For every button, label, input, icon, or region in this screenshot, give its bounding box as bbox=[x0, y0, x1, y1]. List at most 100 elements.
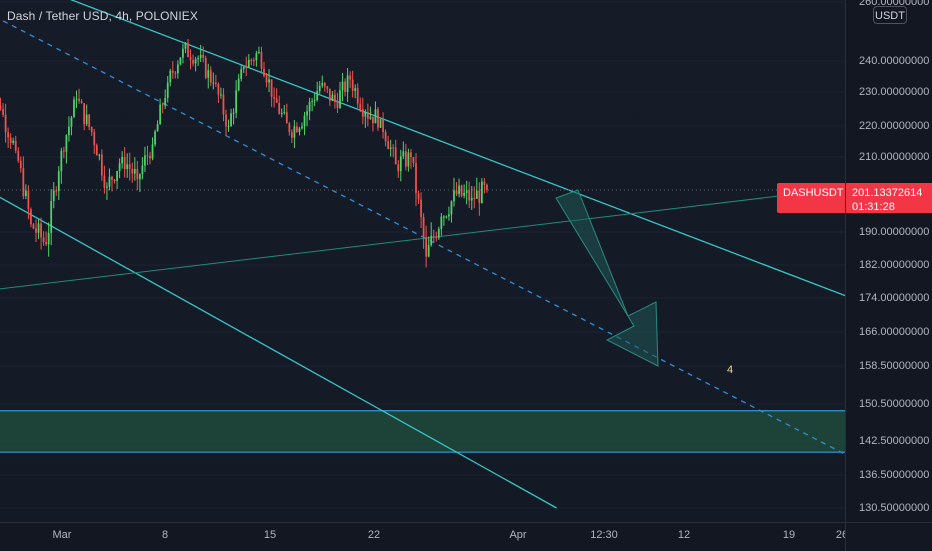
candle-body bbox=[351, 79, 354, 91]
candle-body bbox=[356, 88, 359, 104]
candle-body bbox=[225, 114, 227, 127]
candle-body bbox=[384, 132, 387, 142]
price-axis[interactable]: USDT 240.00000000 230.00000000 220.0000000… bbox=[845, 0, 932, 522]
candle-body bbox=[174, 72, 177, 74]
candle-body bbox=[465, 190, 468, 193]
time-tick-label: 12 bbox=[677, 529, 691, 541]
candle-body bbox=[389, 147, 392, 149]
candle-body bbox=[189, 56, 192, 61]
candle-body bbox=[187, 43, 189, 57]
candle-body bbox=[275, 98, 278, 103]
candle-body bbox=[417, 193, 420, 200]
candle-body bbox=[98, 154, 101, 156]
candle-body bbox=[100, 154, 103, 176]
candle-body bbox=[111, 176, 113, 180]
plot-area[interactable]: Dash / Tether USD, 4h, POLONIEX 4 DASHUS… bbox=[0, 0, 845, 522]
candle-body bbox=[285, 112, 288, 124]
candle-body bbox=[182, 48, 184, 58]
price-tick-label: 230.00000000 bbox=[859, 86, 930, 98]
candle-body bbox=[402, 151, 405, 157]
candle-body bbox=[440, 216, 443, 229]
candle-body bbox=[448, 214, 450, 217]
candle-body bbox=[95, 145, 98, 156]
candle-body bbox=[361, 109, 364, 117]
chart-widget[interactable]: Dash / Tether USD, 4h, POLONIEX 4 DASHUS… bbox=[0, 0, 932, 551]
candle-body bbox=[55, 190, 58, 192]
bar-countdown: 01:31:28 bbox=[852, 201, 895, 213]
candle-body bbox=[354, 88, 357, 91]
last-price-value: 201.13372614 bbox=[852, 187, 923, 199]
axis-corner bbox=[845, 522, 932, 551]
candle-body bbox=[19, 160, 22, 169]
candle-body bbox=[328, 88, 331, 101]
time-axis[interactable]: Mar 8 15 22 Apr 12:30 12 19 26 bbox=[0, 522, 848, 551]
candle-body bbox=[37, 223, 40, 233]
candle-body bbox=[116, 171, 118, 182]
candle-body bbox=[88, 114, 91, 128]
candle-body bbox=[321, 83, 324, 86]
price-tick-label: 182.00000000 bbox=[859, 259, 930, 271]
candle-body bbox=[123, 157, 126, 170]
candle-body bbox=[407, 152, 410, 167]
candle-body bbox=[136, 169, 139, 180]
candle-body bbox=[339, 90, 341, 108]
candle-body bbox=[149, 155, 151, 159]
candle-body bbox=[184, 43, 187, 49]
candle-body bbox=[290, 132, 293, 138]
candle-body bbox=[268, 79, 270, 83]
candle-body bbox=[108, 176, 111, 187]
candle-body bbox=[192, 60, 194, 64]
candle-body bbox=[83, 103, 86, 125]
candle-body bbox=[164, 97, 167, 106]
price-tick-label: 190.00000000 bbox=[859, 226, 930, 238]
candle-body bbox=[57, 171, 60, 192]
candle-body bbox=[47, 232, 50, 245]
candle-body bbox=[14, 140, 17, 151]
candle-body bbox=[301, 126, 303, 129]
candle-body bbox=[478, 190, 481, 203]
candle-body bbox=[151, 144, 154, 159]
candle-body bbox=[65, 135, 68, 152]
time-tick-label: 15 bbox=[263, 529, 277, 541]
candle-body bbox=[369, 116, 372, 119]
candle-body bbox=[273, 96, 276, 99]
candle-body bbox=[247, 59, 250, 68]
candle-body bbox=[263, 68, 265, 77]
plot-svg bbox=[0, 0, 845, 509]
candle-body bbox=[480, 181, 483, 203]
candle-body bbox=[382, 119, 384, 133]
candle-body bbox=[106, 186, 108, 188]
candle-body bbox=[169, 70, 172, 83]
candle-body bbox=[179, 57, 182, 65]
candle-body bbox=[222, 94, 225, 115]
candle-body bbox=[404, 151, 407, 167]
candle-body bbox=[308, 101, 311, 112]
currency-unit-button[interactable]: USDT bbox=[873, 6, 907, 24]
candle-body bbox=[159, 104, 162, 125]
candle-body bbox=[422, 217, 425, 238]
candle-body bbox=[68, 126, 70, 136]
time-tick-label: 19 bbox=[782, 529, 796, 541]
price-tick-label: 174.00000000 bbox=[859, 292, 930, 304]
candle-body bbox=[344, 81, 346, 92]
price-tick-label: 142.50000000 bbox=[859, 435, 930, 447]
candle-body bbox=[316, 91, 319, 101]
time-tick-label: Mar bbox=[52, 529, 72, 541]
candle-body bbox=[387, 141, 390, 149]
candle-body bbox=[197, 57, 200, 60]
candle-body bbox=[306, 111, 308, 116]
price-tick-label: 166.00000000 bbox=[859, 326, 930, 338]
candle-body bbox=[250, 59, 253, 61]
candle-body bbox=[349, 75, 352, 80]
candle-body bbox=[245, 67, 248, 69]
candle-body bbox=[176, 64, 179, 74]
candle-body bbox=[412, 157, 415, 163]
candle-body bbox=[427, 245, 430, 257]
time-tick-label: Apr bbox=[509, 529, 527, 541]
candle-body bbox=[212, 82, 215, 84]
time-tick-label: 12:30 bbox=[590, 529, 618, 541]
price-tick-label: 210.00000000 bbox=[859, 151, 930, 163]
price-tick-label: 158.50000000 bbox=[859, 360, 930, 372]
candle-body bbox=[85, 114, 88, 125]
candle-body bbox=[235, 90, 238, 113]
